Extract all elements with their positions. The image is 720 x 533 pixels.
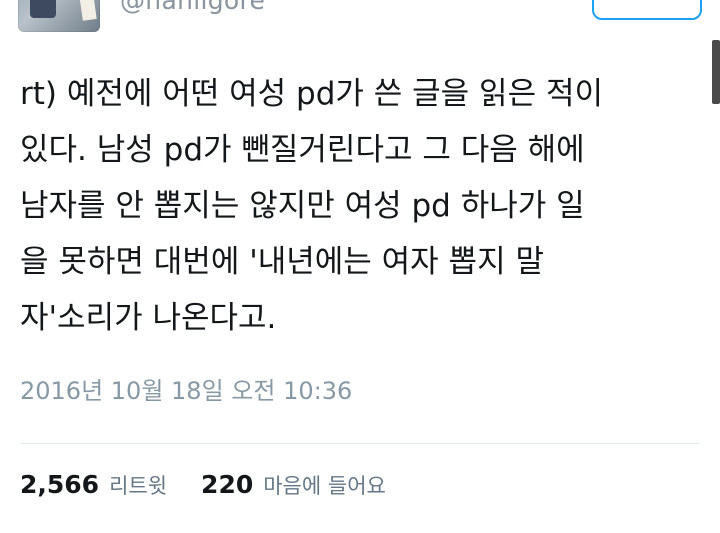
divider (20, 443, 700, 444)
retweet-count: 2,566 (20, 470, 100, 499)
scrollbar[interactable] (712, 40, 720, 104)
tweet-text-line: 을 못하면 대번에 '내년에는 여자 뽑지 말 (20, 244, 544, 280)
user-handle[interactable]: @hanilgore (120, 0, 265, 15)
avatar[interactable] (18, 0, 100, 32)
tweet-text-line: 남자를 안 뽑지는 않지만 여성 pd 하나가 일 (20, 188, 585, 224)
tweet-text-line: rt) 예전에 어떤 여성 pd가 쓴 글을 읽은 적이 (20, 76, 603, 112)
avatar-figure (30, 0, 56, 18)
tweet-timestamp: 2016년 10월 18일 오전 10:36 (20, 377, 353, 405)
retweet-stat[interactable]: 2,566 리트윗 (20, 470, 167, 500)
like-stat[interactable]: 220 마음에 들어요 (201, 470, 386, 500)
like-count: 220 (201, 470, 254, 499)
follow-button[interactable] (592, 0, 702, 20)
tweet-text: rt) 예전에 어떤 여성 pd가 쓴 글을 읽은 적이 있다. 남성 pd가 … (20, 66, 700, 346)
tweet-text-line: 있다. 남성 pd가 뺀질거린다고 그 다음 해에 (20, 132, 585, 168)
like-label: 마음에 들어요 (263, 474, 386, 498)
avatar-paper (77, 0, 97, 21)
tweet-text-line: 자'소리가 나온다고. (20, 300, 277, 336)
tweet-stats: 2,566 리트윗 220 마음에 들어요 (20, 470, 420, 500)
retweet-label: 리트윗 (109, 474, 168, 498)
